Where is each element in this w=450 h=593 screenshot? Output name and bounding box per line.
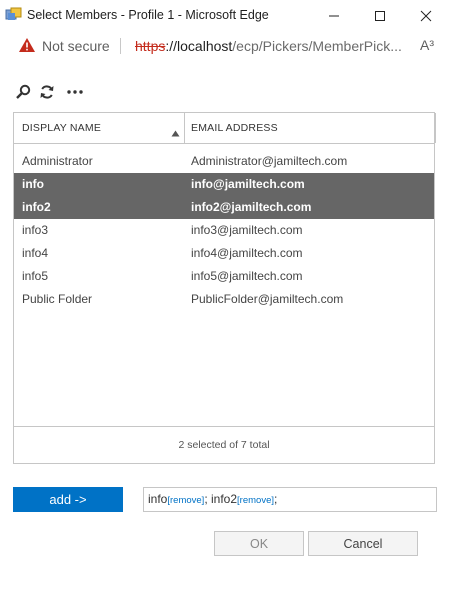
member-separator: ; bbox=[274, 492, 278, 506]
security-status-label[interactable]: Not secure bbox=[42, 38, 110, 54]
cell-display-name: info5 bbox=[22, 269, 49, 283]
column-divider bbox=[184, 113, 185, 143]
search-icon[interactable] bbox=[14, 84, 32, 100]
cell-email-address: PublicFolder@jamiltech.com bbox=[191, 292, 344, 306]
grid-rows: Administrator Administrator@jamiltech.com… bbox=[14, 150, 434, 311]
window-title: Select Members - Profile 1 - Microsoft E… bbox=[27, 8, 269, 22]
cell-email-address: info2@jamiltech.com bbox=[191, 200, 312, 214]
url-path: /ecp/Pickers/MemberPick... bbox=[232, 38, 402, 54]
maximize-icon[interactable] bbox=[357, 0, 403, 31]
read-aloud-icon[interactable]: A³ bbox=[420, 37, 434, 53]
table-row[interactable]: info info@jamiltech.com bbox=[14, 173, 434, 196]
window-titlebar: Select Members - Profile 1 - Microsoft E… bbox=[0, 0, 450, 31]
ok-button[interactable]: OK bbox=[214, 531, 304, 556]
cell-email-address: info5@jamiltech.com bbox=[191, 269, 303, 283]
grid-header: DISPLAY NAME EMAIL ADDRESS bbox=[14, 113, 436, 144]
column-header-display-name[interactable]: DISPLAY NAME bbox=[22, 113, 182, 143]
cell-display-name: info3 bbox=[22, 223, 49, 237]
close-icon[interactable] bbox=[403, 0, 449, 31]
cell-email-address: info3@jamiltech.com bbox=[191, 223, 303, 237]
cell-display-name: Administrator bbox=[22, 154, 93, 168]
remove-member-link[interactable]: [remove] bbox=[237, 495, 274, 506]
cell-display-name: info2 bbox=[22, 200, 51, 214]
url-text[interactable]: https://localhost/ecp/Pickers/MemberPick… bbox=[135, 38, 402, 54]
address-bar[interactable]: Not secure https://localhost/ecp/Pickers… bbox=[0, 31, 450, 60]
exchange-app-icon bbox=[5, 7, 22, 22]
selected-members-field[interactable]: info[remove]; info2[remove]; bbox=[143, 487, 437, 512]
table-row[interactable]: info2 info2@jamiltech.com bbox=[14, 196, 434, 219]
address-divider bbox=[120, 38, 121, 54]
table-row[interactable]: Public Folder PublicFolder@jamiltech.com bbox=[14, 288, 434, 311]
cell-email-address: info4@jamiltech.com bbox=[191, 246, 303, 260]
table-row[interactable]: info3 info3@jamiltech.com bbox=[14, 219, 434, 242]
cell-display-name: Public Folder bbox=[22, 292, 93, 306]
minimize-icon[interactable] bbox=[311, 0, 357, 31]
cell-email-address: Administrator@jamiltech.com bbox=[191, 154, 348, 168]
table-row[interactable]: info4 info4@jamiltech.com bbox=[14, 242, 434, 265]
table-row[interactable]: Administrator Administrator@jamiltech.com bbox=[14, 150, 434, 173]
selection-count: 2 selected of 7 total bbox=[178, 439, 270, 451]
cell-display-name: info bbox=[22, 177, 44, 191]
cell-display-name: info4 bbox=[22, 246, 49, 260]
url-scheme: https bbox=[135, 38, 166, 54]
selected-member-name: info bbox=[148, 492, 168, 506]
add-button[interactable]: add -> bbox=[13, 487, 123, 512]
members-grid: DISPLAY NAME EMAIL ADDRESS Administrator… bbox=[13, 112, 436, 464]
refresh-icon[interactable] bbox=[38, 84, 56, 100]
cancel-button[interactable]: Cancel bbox=[308, 531, 418, 556]
warning-icon[interactable] bbox=[18, 37, 36, 58]
sort-ascending-icon[interactable] bbox=[171, 124, 180, 142]
column-header-email-address[interactable]: EMAIL ADDRESS bbox=[191, 113, 421, 143]
table-row[interactable]: info5 info5@jamiltech.com bbox=[14, 265, 434, 288]
url-host: ://localhost bbox=[165, 38, 233, 54]
remove-member-link[interactable]: [remove] bbox=[167, 495, 204, 506]
member-separator: ; bbox=[204, 492, 211, 506]
column-divider bbox=[435, 113, 436, 143]
more-options-icon[interactable] bbox=[66, 84, 84, 100]
cell-email-address: info@jamiltech.com bbox=[191, 177, 305, 191]
selected-member-name: info2 bbox=[211, 492, 238, 506]
